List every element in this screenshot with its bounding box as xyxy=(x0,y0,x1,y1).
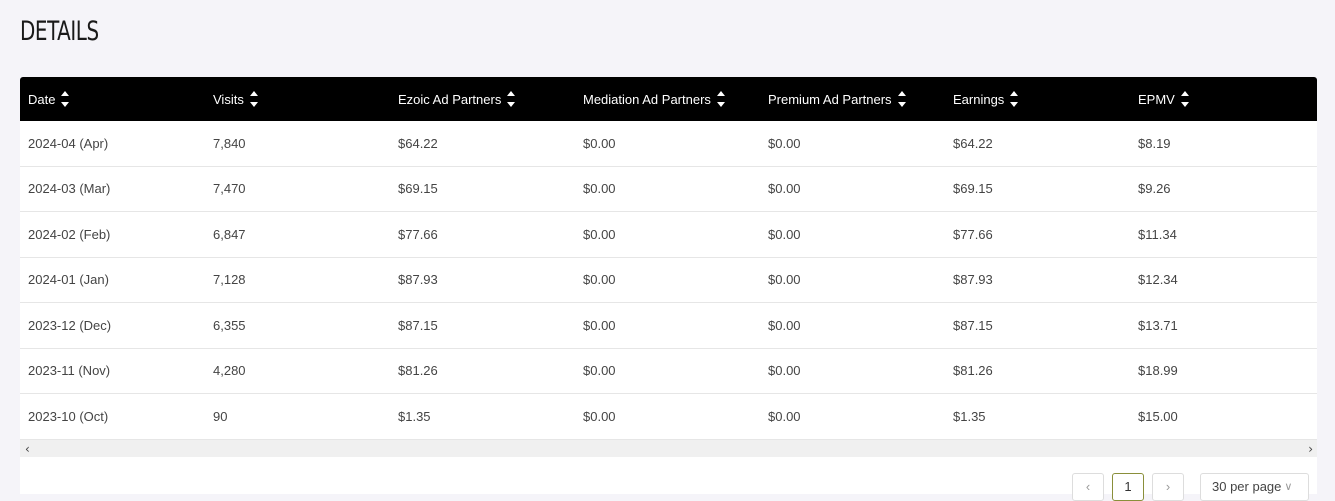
cell-visits: 6,355 xyxy=(213,317,246,333)
table-row: 2023-10 (Oct) 90 $1.35 $0.00 $0.00 $1.35 $15.0… xyxy=(20,394,1317,440)
column-header-date[interactable]: Date xyxy=(20,90,205,108)
column-label: Earnings xyxy=(953,91,1005,107)
cell-premium-ad-partners: $0.00 xyxy=(768,181,801,197)
page-1-button[interactable]: 1 xyxy=(1112,472,1144,501)
sort-icon[interactable] xyxy=(1180,90,1189,108)
table-row: 2023-11 (Nov) 4,280 $81.26 $0.00 $0.00 $81.26… xyxy=(20,348,1317,394)
cell-earnings: $69.15 xyxy=(953,181,993,197)
cell-date: 2024-04 (Apr) xyxy=(28,135,109,151)
cell-date: 2024-01 (Jan) xyxy=(28,272,109,288)
column-header-visits[interactable]: Visits xyxy=(205,90,390,108)
table-row: 2024-03 (Mar) 7,470 $69.15 $0.00 $0.00 $69.15… xyxy=(20,166,1317,212)
column-header-ezoic-ad-partners[interactable]: Ezoic Ad Partners xyxy=(390,90,575,108)
cell-visits: 6,847 xyxy=(213,226,246,242)
prev-page-button[interactable]: ‹ xyxy=(1072,472,1104,501)
column-label: Ezoic Ad Partners xyxy=(398,91,502,107)
cell-ezoic-ad-partners: $1.35 xyxy=(398,408,431,424)
cell-ezoic-ad-partners: $81.26 xyxy=(398,363,438,379)
cell-epmv: $13.71 xyxy=(1138,317,1178,333)
cell-epmv: $12.34 xyxy=(1138,272,1178,288)
table-header: Date Visits Ezoic Ad Partners Mediation … xyxy=(20,77,1317,121)
table-row: 2024-01 (Jan) 7,128 $87.93 $0.00 $0.00 $87.93… xyxy=(20,257,1317,303)
cell-epmv: $8.19 xyxy=(1138,135,1171,151)
cell-premium-ad-partners: $0.00 xyxy=(768,317,801,333)
cell-epmv: $15.00 xyxy=(1138,408,1178,424)
cell-premium-ad-partners: $0.00 xyxy=(768,135,801,151)
sort-icon[interactable] xyxy=(716,90,725,108)
cell-mediation-ad-partners: $0.00 xyxy=(583,272,616,288)
cell-visits: 7,840 xyxy=(213,135,246,151)
cell-mediation-ad-partners: $0.00 xyxy=(583,226,616,242)
cell-visits: 7,470 xyxy=(213,181,246,197)
column-label: Mediation Ad Partners xyxy=(583,91,711,107)
cell-date: 2023-12 (Dec) xyxy=(28,317,112,333)
sort-icon[interactable] xyxy=(249,90,258,108)
horizontal-scrollbar[interactable]: ‹ › xyxy=(20,439,1317,457)
sort-icon[interactable] xyxy=(507,90,516,108)
cell-ezoic-ad-partners: $87.93 xyxy=(398,272,438,288)
column-label: EPMV xyxy=(1138,91,1175,107)
cell-premium-ad-partners: $0.00 xyxy=(768,272,801,288)
cell-visits: 4,280 xyxy=(213,363,246,379)
cell-epmv: $11.34 xyxy=(1138,226,1177,242)
cell-mediation-ad-partners: $0.00 xyxy=(583,363,616,379)
per-page-select[interactable]: 30 per page ∨ xyxy=(1200,472,1309,501)
cell-mediation-ad-partners: $0.00 xyxy=(583,181,616,197)
cell-ezoic-ad-partners: $77.66 xyxy=(398,226,438,242)
column-label: Premium Ad Partners xyxy=(768,91,892,107)
column-label: Date xyxy=(28,91,56,107)
sort-icon[interactable] xyxy=(897,90,906,108)
cell-ezoic-ad-partners: $64.22 xyxy=(398,135,438,151)
cell-date: 2023-11 (Nov) xyxy=(28,363,111,379)
cell-premium-ad-partners: $0.00 xyxy=(768,408,801,424)
details-table: Date Visits Ezoic Ad Partners Mediation … xyxy=(20,77,1317,501)
table-row: 2024-02 (Feb) 6,847 $77.66 $0.00 $0.00 $77.66… xyxy=(20,212,1317,258)
cell-mediation-ad-partners: $0.00 xyxy=(583,317,616,333)
table-row: 2023-12 (Dec) 6,355 $87.15 $0.00 $0.00 $87.15… xyxy=(20,303,1317,349)
column-header-earnings[interactable]: Earnings xyxy=(945,90,1130,108)
cell-earnings: $77.66 xyxy=(953,226,993,242)
scroll-right-icon[interactable]: › xyxy=(1308,442,1313,456)
cell-epmv: $9.26 xyxy=(1138,181,1171,197)
cell-epmv: $18.99 xyxy=(1138,363,1178,379)
chevron-down-icon: ∨ xyxy=(1284,481,1293,493)
column-header-premium-ad-partners[interactable]: Premium Ad Partners xyxy=(760,90,945,108)
cell-earnings: $1.35 xyxy=(953,408,986,424)
table-body: 2024-04 (Apr) 7,840 $64.22 $0.00 $0.00 $64.22… xyxy=(20,121,1317,440)
column-header-mediation-ad-partners[interactable]: Mediation Ad Partners xyxy=(575,90,760,108)
cell-earnings: $64.22 xyxy=(953,135,993,151)
cell-date: 2024-02 (Feb) xyxy=(28,226,111,242)
cell-mediation-ad-partners: $0.00 xyxy=(583,408,616,424)
cell-premium-ad-partners: $0.00 xyxy=(768,363,801,379)
page-title: DETAILS xyxy=(20,16,99,47)
next-page-button[interactable]: › xyxy=(1152,472,1184,501)
sort-icon[interactable] xyxy=(61,90,70,108)
table-row: 2024-04 (Apr) 7,840 $64.22 $0.00 $0.00 $64.22… xyxy=(20,121,1317,167)
scroll-left-icon[interactable]: ‹ xyxy=(25,442,30,456)
sort-icon[interactable] xyxy=(1010,90,1019,108)
cell-date: 2023-10 (Oct) xyxy=(28,408,109,424)
column-label: Visits xyxy=(213,91,244,107)
table-footer: ‹ 1 › 30 per page ∨ xyxy=(20,456,1317,501)
cell-date: 2024-03 (Mar) xyxy=(28,181,111,197)
cell-mediation-ad-partners: $0.00 xyxy=(583,135,616,151)
cell-earnings: $81.26 xyxy=(953,363,993,379)
cell-premium-ad-partners: $0.00 xyxy=(768,226,801,242)
column-header-epmv[interactable]: EPMV xyxy=(1130,90,1315,108)
cell-visits: 90 xyxy=(213,408,228,424)
cell-visits: 7,128 xyxy=(213,272,246,288)
cell-earnings: $87.93 xyxy=(953,272,993,288)
cell-earnings: $87.15 xyxy=(953,317,993,333)
cell-ezoic-ad-partners: $69.15 xyxy=(398,181,438,197)
cell-ezoic-ad-partners: $87.15 xyxy=(398,317,438,333)
